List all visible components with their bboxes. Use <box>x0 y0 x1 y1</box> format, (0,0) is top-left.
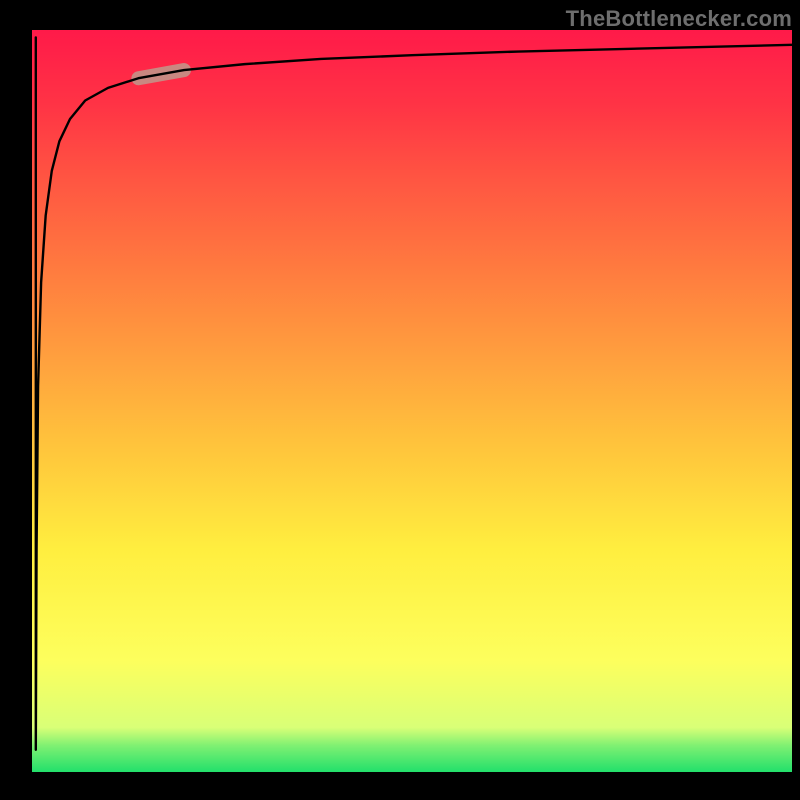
curve-main <box>36 37 792 749</box>
bottleneck-curve <box>32 30 792 772</box>
chart-plot-area <box>32 30 792 772</box>
watermark-text: TheBottlenecker.com <box>566 6 792 32</box>
chart-frame: TheBottlenecker.com <box>0 0 800 800</box>
